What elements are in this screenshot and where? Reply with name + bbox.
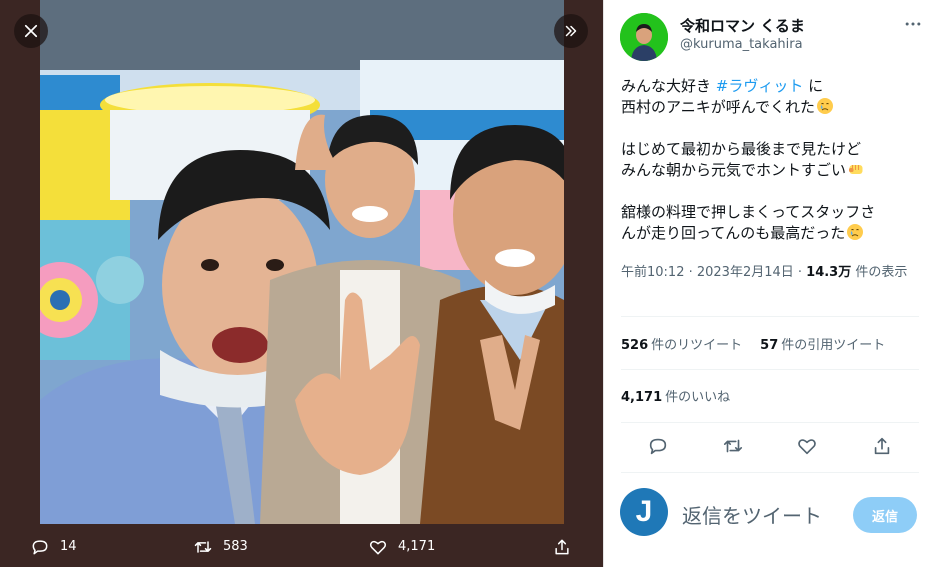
tweet-line: みんな大好き [621, 77, 716, 95]
tweet-likes-row: 4,171 件のいいね [621, 386, 730, 405]
tweet-line: に [803, 77, 824, 95]
tweet-timestamp[interactable]: 午前10:12 · 2023年2月14日 · [621, 265, 806, 280]
chevron-right-double-icon [565, 25, 577, 37]
retweet-icon [723, 439, 743, 453]
close-icon [24, 24, 38, 38]
fist-emoji [849, 165, 863, 174]
reply-icon [32, 539, 48, 554]
crying-face-emoji [816, 98, 833, 114]
crying-face-emoji [847, 224, 864, 240]
viewer-retweet-count: 583 [223, 539, 248, 554]
heart-icon [798, 439, 816, 455]
reply-button[interactable] [647, 435, 671, 459]
likes-count: 4,171 [621, 390, 663, 405]
author-handle[interactable]: @kuruma_takahira [680, 37, 803, 52]
tweet-line: はじめて最初から最後まで見たけど [621, 140, 862, 158]
expand-panel-button[interactable] [554, 14, 588, 48]
views-label: 件の表示 [851, 265, 908, 280]
divider [621, 422, 919, 423]
viewer-like-count: 4,171 [398, 539, 436, 554]
tweet-paragraph: みんな大好き #ラヴィット に 西村のアニキが呼んでくれた [621, 76, 921, 118]
author-avatar[interactable] [620, 13, 668, 61]
like-button[interactable] [796, 435, 820, 459]
retweet-button[interactable] [722, 435, 746, 459]
viewer-share-button[interactable] [552, 526, 572, 567]
tweet-line: んが走り回ってんのも最高だった [621, 224, 846, 242]
author-avatar-image [620, 13, 668, 61]
divider [621, 316, 919, 317]
retweet-icon [194, 540, 212, 553]
quotes-label: 件の引用ツイート [781, 338, 886, 353]
media-viewer: 14 583 4,171 [0, 0, 603, 567]
share-button[interactable] [871, 435, 895, 459]
share-icon [555, 539, 569, 554]
tweet-action-row [621, 425, 919, 469]
tweet-stats-row: 526 件のリツイート 57 件の引用ツイート [621, 334, 885, 353]
more-options-button[interactable] [901, 12, 925, 36]
author-name[interactable]: 令和ロマン くるま [680, 15, 805, 36]
heart-icon [369, 540, 387, 554]
divider [621, 472, 919, 473]
tweet-paragraph: はじめて最初から最後まで見たけど みんな朝から元気でホントすごい [621, 139, 921, 181]
viewer-reply-button[interactable]: 14 [30, 526, 77, 567]
viewer-reply-count: 14 [60, 539, 77, 554]
likes-label: 件のいいね [665, 390, 731, 405]
user-avatar: J [620, 488, 668, 536]
retweets-label: 件のリツイート [651, 338, 743, 353]
reply-submit-button[interactable]: 返信 [853, 497, 917, 533]
tweet-line: 西村のアニキが呼んでくれた [621, 98, 815, 116]
hashtag-link[interactable]: #ラヴィット [716, 77, 804, 95]
tweet-detail-panel: 令和ロマン くるま @kuruma_takahira みんな大好き #ラヴィット… [603, 0, 935, 567]
tweet-meta: 午前10:12 · 2023年2月14日 · 14.3万 件の表示 [621, 262, 921, 283]
tweet-line: みんな朝から元気でホントすごい [621, 161, 847, 179]
tweet-text: みんな大好き #ラヴィット に 西村のアニキが呼んでくれた はじめて最初から最後… [621, 76, 921, 244]
viewer-retweet-button[interactable]: 583 [193, 526, 248, 567]
tweet-paragraph: 舘様の料理で押しまくってスタッフさ んが走り回ってんのも最高だった [621, 202, 921, 244]
photo-illustration [40, 0, 564, 524]
retweets-count: 526 [621, 338, 649, 353]
quotes-stat[interactable]: 57 件の引用ツイート [760, 334, 885, 353]
more-icon [905, 22, 921, 26]
reply-icon [649, 438, 667, 455]
likes-stat[interactable]: 4,171 件のいいね [621, 390, 730, 405]
viewer-like-button[interactable]: 4,171 [368, 526, 435, 567]
tweet-photo[interactable] [40, 0, 564, 524]
share-icon [874, 437, 890, 455]
tweet-media-viewer: 14 583 4,171 令和ロマン くるま @kuruma_takahira … [0, 0, 935, 567]
tweet-line: 舘様の料理で押しまくってスタッフさ [621, 203, 876, 221]
retweets-stat[interactable]: 526 件のリツイート [621, 334, 742, 353]
divider [621, 369, 919, 370]
quotes-count: 57 [760, 338, 779, 353]
close-button[interactable] [14, 14, 48, 48]
reply-input[interactable]: 返信をツイート [682, 500, 842, 528]
viewer-action-bar: 14 583 4,171 [0, 526, 603, 567]
views-count: 14.3万 [806, 265, 852, 280]
